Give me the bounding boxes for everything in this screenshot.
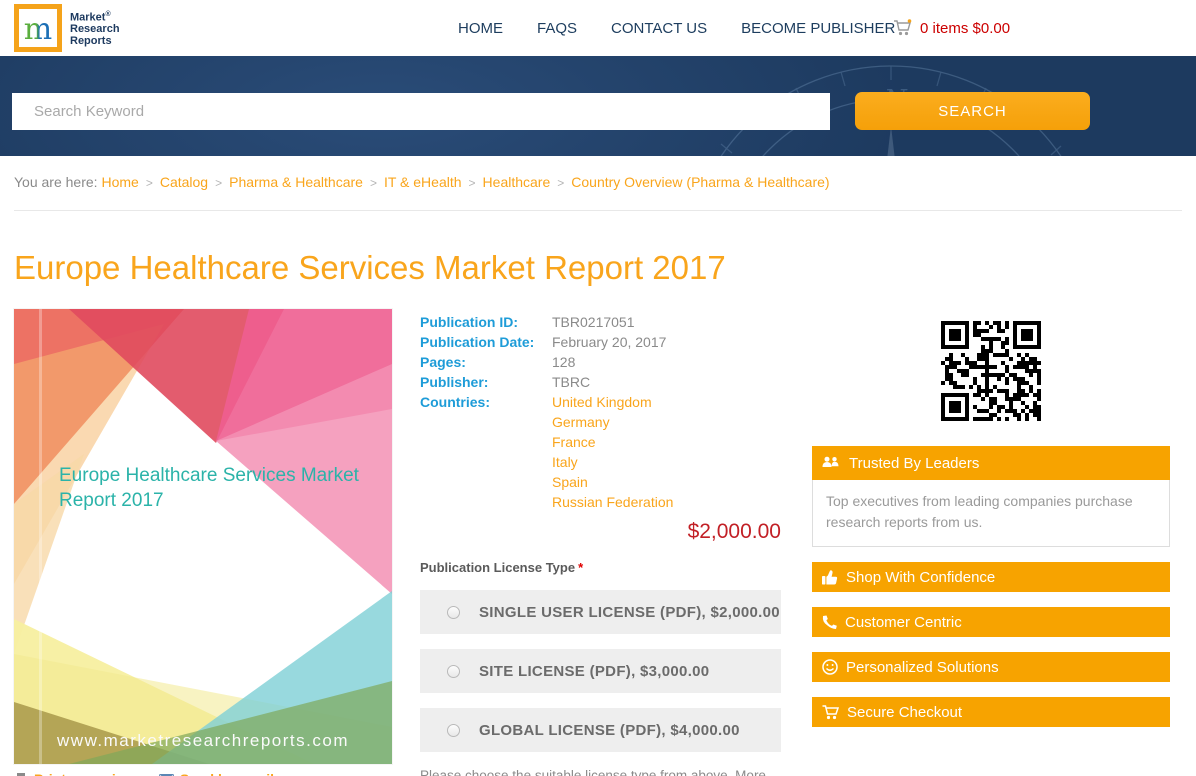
header: m Market® Research Reports HOME FAQS CON…	[0, 0, 1196, 56]
detail-row-countries: Countries: United Kingdom Germany France…	[420, 392, 781, 512]
cover-actions: Printer version Send by email	[14, 771, 392, 776]
country-spain[interactable]: Spain	[552, 472, 673, 492]
qr-code	[941, 321, 1041, 421]
breadcrumb-catalog[interactable]: Catalog	[160, 174, 208, 190]
report-cover-column: Europe Healthcare Services Market Report…	[14, 309, 392, 776]
nav-become-publisher[interactable]: BECOME PUBLISHER	[741, 20, 895, 37]
detail-row-publisher: Publisher: TBRC	[420, 372, 781, 392]
detail-label: Pages:	[420, 354, 466, 370]
cart-icon	[822, 704, 839, 719]
cover-title-line2: Report 2017	[59, 490, 164, 511]
license-radio[interactable]	[447, 605, 460, 619]
license-option-site[interactable]: SITE LICENSE (PDF), $3,000.00	[420, 649, 781, 693]
badge-label: Personalized Solutions	[846, 658, 999, 676]
search-input[interactable]	[12, 93, 830, 130]
cover-url: www.marketresearchreports.com	[56, 731, 349, 750]
license-option-label: SITE LICENSE (PDF), $3,000.00	[479, 662, 710, 680]
trusted-by-leaders-header: Trusted By Leaders	[812, 446, 1170, 480]
send-by-email-label: Send by email	[180, 771, 274, 776]
page-title: Europe Healthcare Services Market Report…	[14, 249, 726, 286]
pages-value: 128	[552, 354, 576, 370]
license-option-label: SINGLE USER LICENSE (PDF), $2,000.00	[479, 603, 780, 621]
thumbs-up-icon	[822, 569, 838, 584]
detail-label: Publisher:	[420, 374, 489, 390]
badge-label: Shop With Confidence	[846, 568, 996, 586]
required-asterisk: *	[578, 560, 584, 575]
price: $2,000.00	[687, 520, 781, 543]
detail-row-publication-date: Publication Date: February 20, 2017	[420, 332, 781, 352]
report-cover-image: Europe Healthcare Services Market Report…	[14, 309, 392, 764]
publisher-value: TBRC	[552, 374, 591, 390]
breadcrumb-healthcare[interactable]: Healthcare	[483, 174, 551, 190]
detail-label: Publication Date:	[420, 334, 535, 350]
trusted-by-leaders-title: Trusted By Leaders	[849, 454, 980, 472]
badge-secure-checkout[interactable]: Secure Checkout	[812, 697, 1170, 727]
breadcrumb-home[interactable]: Home	[101, 174, 138, 190]
trusted-by-leaders-box: Trusted By Leaders Top executives from l…	[812, 446, 1170, 547]
cart-text: 0 items $0.00	[920, 19, 1011, 37]
country-germany[interactable]: Germany	[552, 412, 673, 432]
detail-label: Publication ID:	[420, 314, 518, 330]
trusted-by-leaders-body: Top executives from leading companies pu…	[812, 480, 1170, 547]
main-nav: HOME FAQS CONTACT US BECOME PUBLISHER	[458, 0, 895, 56]
send-by-email-link[interactable]: Send by email	[158, 771, 274, 776]
cart-summary[interactable]: 0 items $0.00	[893, 0, 1010, 56]
detail-row-publication-id: Publication ID: TBR0217051	[420, 312, 781, 332]
publication-details-column: Publication ID: TBR0217051 Publication D…	[420, 312, 781, 776]
detail-row-pages: Pages: 128	[420, 352, 781, 372]
breadcrumb-pharma-healthcare[interactable]: Pharma & Healthcare	[229, 174, 363, 190]
printer-version-link[interactable]: Printer version	[14, 771, 133, 776]
people-icon	[822, 456, 839, 467]
breadcrumb-prefix: You are here:	[14, 174, 98, 190]
country-russian-federation[interactable]: Russian Federation	[552, 492, 673, 512]
nav-home[interactable]: HOME	[458, 20, 503, 37]
sidebar-column: Trusted By Leaders Top executives from l…	[812, 317, 1170, 727]
cart-icon	[894, 19, 912, 36]
badge-personalized-solutions[interactable]: Personalized Solutions	[812, 652, 1170, 682]
logo-m-icon: m	[24, 12, 52, 46]
publication-id-value: TBR0217051	[552, 314, 635, 330]
search-banner: N SEARCH	[0, 56, 1196, 156]
badge-label: Secure Checkout	[847, 703, 963, 721]
search-button[interactable]: SEARCH	[855, 92, 1090, 130]
breadcrumb-it-ehealth[interactable]: IT & eHealth	[384, 174, 462, 190]
printer-icon	[17, 772, 25, 776]
breadcrumb-country-overview[interactable]: Country Overview (Pharma & Healthcare)	[571, 174, 829, 190]
countries-list: United Kingdom Germany France Italy Spai…	[552, 392, 673, 512]
nav-faqs[interactable]: FAQS	[537, 20, 577, 37]
nav-contact-us[interactable]: CONTACT US	[611, 20, 707, 37]
badge-customer-centric[interactable]: Customer Centric	[812, 607, 1170, 637]
license-option-single-user[interactable]: SINGLE USER LICENSE (PDF), $2,000.00	[420, 590, 781, 634]
countries-label: Countries:	[420, 394, 490, 410]
license-radio[interactable]	[447, 664, 460, 678]
phone-icon	[822, 615, 837, 629]
logo-mark: m	[14, 4, 62, 52]
publication-date-value: February 20, 2017	[552, 334, 667, 350]
breadcrumb: You are here: Home > Catalog > Pharma & Heal…	[14, 174, 830, 190]
license-option-label: GLOBAL LICENSE (PDF), $4,000.00	[479, 721, 740, 739]
badge-label: Customer Centric	[845, 613, 962, 631]
license-note: Please choose the suitable license type …	[420, 768, 766, 776]
cover-title-line1: Europe Healthcare Services Market	[59, 465, 360, 486]
country-france[interactable]: France	[552, 432, 673, 452]
divider	[14, 210, 1182, 211]
smiley-icon	[822, 659, 838, 675]
country-italy[interactable]: Italy	[552, 452, 673, 472]
license-type-heading: Publication License Type *	[420, 560, 584, 575]
license-radio[interactable]	[447, 723, 460, 737]
country-united-kingdom[interactable]: United Kingdom	[552, 392, 673, 412]
logo-text: Market® Research Reports	[70, 10, 120, 48]
license-option-global[interactable]: GLOBAL LICENSE (PDF), $4,000.00	[420, 708, 781, 752]
badge-shop-with-confidence[interactable]: Shop With Confidence	[812, 562, 1170, 592]
svg-text:m: m	[24, 12, 52, 46]
site-logo[interactable]: m Market® Research Reports	[14, 4, 120, 52]
printer-version-label: Printer version	[34, 771, 133, 776]
